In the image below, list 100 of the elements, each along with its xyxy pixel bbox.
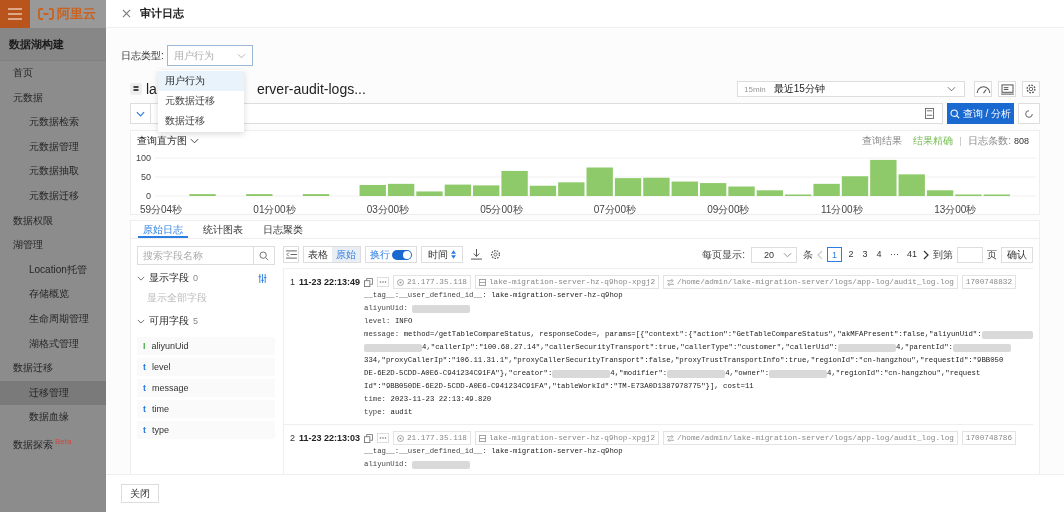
histogram-bar[interactable] [870,159,897,196]
collapse-button[interactable] [283,246,299,263]
histogram-bar[interactable] [841,176,869,196]
page-link[interactable]: 1 [826,247,842,262]
settings-button[interactable] [1022,81,1040,97]
sidebar-group[interactable]: 湖管理 [0,233,106,258]
chevron-down-icon[interactable] [137,318,145,324]
logo-icon [38,8,54,20]
logo-text: 阿里云 [57,5,96,23]
sidebar-item[interactable]: 元数据管理 [0,134,106,160]
sort-icon[interactable] [451,250,456,259]
sidebar-item[interactable]: 数据探索 $^{Beta}$ [0,429,106,455]
sidebar-item[interactable]: 元数据抽取 [0,159,106,184]
sidebar-item[interactable]: 迁移管理 [0,380,106,406]
page-link[interactable]: 4 [874,247,884,262]
histogram-bar[interactable] [926,190,954,196]
histogram-bar[interactable] [586,167,613,196]
gauge-button[interactable] [974,81,992,97]
sidebar-item[interactable]: 元数据检索 [0,110,106,135]
histogram-bar[interactable] [728,186,755,196]
more-icon[interactable] [377,433,389,443]
dropdown-option[interactable]: 数据迁移 [158,111,244,131]
search-icon[interactable] [949,108,960,119]
field-item[interactable]: t type [137,421,275,440]
field-search[interactable]: 搜索字段名称 [137,246,275,265]
histogram-bar[interactable] [501,170,528,196]
sidebar-group[interactable]: 元数据 [0,85,106,111]
tab[interactable]: 统计图表 [198,221,248,238]
chevron-down-icon[interactable] [782,251,792,258]
histogram-title[interactable]: 查询直方图 [137,134,187,148]
sidebar-item[interactable]: Location托管 [0,257,106,283]
field-item[interactable]: I aliyunUid [137,337,275,356]
view-toggle[interactable]: 表格 [304,247,332,262]
dropdown-option[interactable]: 元数据迁移 [158,91,244,111]
sidebar-group[interactable]: 数据迁移 [0,356,106,381]
page-link[interactable]: 2 [846,247,856,262]
sidebar-item[interactable]: 元数据迁移 [0,183,106,209]
log-type-select[interactable]: 用户行为 [166,45,253,66]
confirm-button[interactable]: 确认 [1001,246,1033,263]
sliders-icon[interactable] [258,273,267,283]
histogram-bar[interactable] [614,178,642,196]
field-item[interactable]: t message [137,379,275,398]
tab[interactable]: 原始日志 [138,221,188,238]
redacted-mark [838,343,896,352]
sidebar-item[interactable]: 数据血缘 [0,405,106,430]
close-button[interactable]: 关闭 [121,484,159,503]
refresh-icon[interactable] [1024,108,1034,119]
page-link[interactable]: 41 [905,247,919,262]
terminal-button[interactable] [998,81,1016,97]
chevron-down-icon[interactable] [137,275,145,281]
copy-icon[interactable] [364,433,373,443]
redacted-mark [667,369,726,378]
sort-button[interactable]: 时间 [421,246,463,263]
histogram-bar[interactable] [756,190,784,196]
close-icon[interactable] [122,9,131,18]
sidebar-item[interactable]: 首页 [0,61,106,86]
chevron-down-icon[interactable] [947,86,956,92]
tab[interactable]: 日志聚类 [258,221,308,238]
copy-icon[interactable] [364,277,373,287]
query-button[interactable]: 查询 / 分析 [947,103,1014,124]
chevron-down-icon[interactable] [190,138,199,144]
settings-icon[interactable] [490,249,501,260]
save-icon[interactable] [925,108,934,119]
view-toggle[interactable]: 原始 [332,247,360,262]
histogram-bar[interactable] [416,191,443,196]
group-count: 5 [193,316,198,326]
search-icon[interactable] [259,250,269,261]
group-label: 显示字段 [149,271,189,285]
next-page-icon[interactable] [923,249,929,260]
histogram-bar[interactable] [813,183,840,196]
sidebar-item[interactable]: 数据权限 [0,208,106,234]
log-time: 11-23 22:13:49 [299,276,362,289]
histogram-bar[interactable] [444,184,472,196]
download-icon[interactable] [471,249,482,260]
histogram-bar[interactable] [529,185,557,196]
group-count: 0 [193,273,198,283]
histogram-bar[interactable] [387,183,415,196]
sidebar-item[interactable]: 生命周期管理 [0,306,106,332]
page-link[interactable]: ··· [888,247,901,262]
histogram-bar[interactable] [558,182,585,196]
per-page-select[interactable]: 20 [750,246,797,263]
field-item[interactable]: t time [137,400,275,419]
dropdown-option[interactable]: 用户行为 [158,71,244,91]
result-label: 查询结果 [862,134,903,148]
wrap-switch[interactable] [392,249,412,260]
sidebar-item[interactable]: 存储概览 [0,282,106,307]
histogram-bar[interactable] [671,181,698,196]
menu-button[interactable] [0,0,30,28]
histogram-bar[interactable] [473,185,500,196]
sidebar-item[interactable]: 湖格式管理 [0,331,106,357]
refresh-button[interactable] [1018,103,1040,124]
chevron-down-icon[interactable] [136,110,145,117]
histogram-bar[interactable] [699,183,727,196]
field-item[interactable]: t level [137,358,275,377]
page-link[interactable]: 3 [860,247,870,262]
more-icon[interactable] [377,277,389,287]
page-input[interactable] [957,246,983,263]
histogram-bar[interactable] [359,185,386,196]
histogram-bar[interactable] [898,174,925,196]
time-range-select[interactable]: 15min 最近15分钟 [737,81,965,97]
